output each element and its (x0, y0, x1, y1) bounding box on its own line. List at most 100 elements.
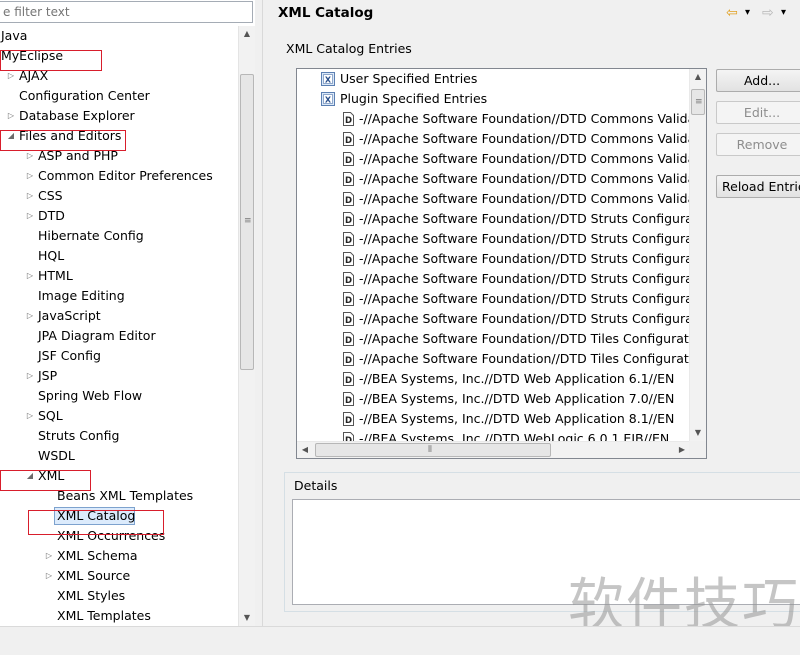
tree-collapsed-arrow-icon[interactable]: ▷ (6, 66, 16, 86)
tree-item-label: XML Occurrences (57, 528, 166, 543)
tree-item[interactable]: ▷ Database Explorer (0, 106, 238, 126)
tree-item[interactable]: ▷ XML Source (0, 566, 238, 586)
tree-item[interactable]: Hibernate Config (0, 226, 238, 246)
catalog-entry-row[interactable]: D -//Apache Software Foundation//DTD Tile… (297, 329, 690, 349)
remove-button[interactable]: Remove (716, 133, 800, 156)
catalog-entry-row[interactable]: D -//Apache Software Foundation//DTD Stru… (297, 289, 690, 309)
tree-item[interactable]: XML Catalog (0, 506, 238, 526)
tree-item[interactable]: ▷ ASP and PHP (0, 146, 238, 166)
back-arrow-icon[interactable]: ⇦ (726, 4, 738, 22)
list-scroll-thumb[interactable]: ≡ (691, 89, 705, 115)
tree-item[interactable]: ◢ XML (0, 466, 238, 486)
list-horizontal-scrollbar[interactable]: ◀ ⦀ ▶ (297, 441, 690, 458)
tree-item[interactable]: WSDL (0, 446, 238, 466)
preferences-tree-pane: JavaMyEclipse▷AJAXConfiguration Center▷D… (0, 0, 255, 626)
forward-menu-icon[interactable]: ▾ (781, 4, 786, 22)
tree-collapsed-arrow-icon[interactable]: ▷ (25, 306, 35, 326)
catalog-entry-row[interactable]: D -//Apache Software Foundation//DTD Stru… (297, 309, 690, 329)
pane-splitter[interactable] (255, 0, 263, 626)
dtd-file-icon: D (341, 312, 355, 326)
scroll-down-arrow-icon[interactable]: ▼ (690, 425, 706, 441)
back-menu-icon[interactable]: ▾ (745, 4, 750, 22)
tree-item-label: Beans XML Templates (57, 488, 194, 503)
catalog-entry-row[interactable]: D -//Apache Software Foundation//DTD Comm… (297, 129, 690, 149)
tree-item[interactable]: ◢ Files and Editors (0, 126, 238, 146)
reload-entries-button[interactable]: Reload Entries (716, 175, 800, 198)
tree-item[interactable]: MyEclipse (0, 46, 238, 66)
catalog-entry-row[interactable]: D -//Apache Software Foundation//DTD Tile… (297, 349, 690, 369)
catalog-entry-row[interactable]: D -//Apache Software Foundation//DTD Stru… (297, 269, 690, 289)
tree-item[interactable]: XML Templates (0, 606, 238, 626)
tree-item[interactable]: Configuration Center (0, 86, 238, 106)
tree-item[interactable]: ▷ JavaScript (0, 306, 238, 326)
tree-collapsed-arrow-icon[interactable]: ▷ (25, 366, 35, 386)
tree-expanded-arrow-icon[interactable]: ◢ (6, 126, 16, 146)
tree-expanded-arrow-icon[interactable]: ◢ (25, 466, 35, 486)
catalog-entry-row[interactable]: D -//BEA Systems, Inc.//DTD Web Applicati… (297, 409, 690, 429)
catalog-entries-list[interactable]: X User Specified Entries X Plugin Specified… (296, 68, 707, 459)
list-vertical-scrollbar[interactable]: ▲ ≡ ▼ (689, 69, 706, 442)
catalog-entry-row[interactable]: D -//Apache Software Foundation//DTD Comm… (297, 169, 690, 189)
tree-item[interactable]: Struts Config (0, 426, 238, 446)
catalog-entry-row[interactable]: D -//BEA Systems, Inc.//DTD Web Applicati… (297, 389, 690, 409)
tree-item[interactable]: ▷ JSP (0, 366, 238, 386)
tree-item[interactable]: Image Editing (0, 286, 238, 306)
tree-item[interactable]: ▷ Common Editor Preferences (0, 166, 238, 186)
tree-collapsed-arrow-icon[interactable]: ▷ (44, 566, 54, 586)
tree-vertical-scrollbar[interactable]: ▲ ≡ ▼ (238, 26, 255, 626)
tree-item-label: Java (1, 28, 28, 43)
scroll-up-arrow-icon[interactable]: ▲ (690, 69, 706, 85)
tree-item-label: Files and Editors (19, 128, 122, 143)
tree-item[interactable]: Java (0, 26, 238, 46)
tree-item[interactable]: Beans XML Templates (0, 486, 238, 506)
tree-item[interactable]: XML Styles (0, 586, 238, 606)
svg-text:D: D (345, 176, 352, 186)
edit-button[interactable]: Edit... (716, 101, 800, 124)
tree-item[interactable]: ▷ HTML (0, 266, 238, 286)
filter-input[interactable] (0, 1, 253, 23)
tree-scroll-thumb[interactable]: ≡ (240, 74, 254, 370)
dtd-file-icon: D (341, 192, 355, 206)
catalog-group-row[interactable]: X User Specified Entries (297, 69, 690, 89)
catalog-entry-row[interactable]: D -//Apache Software Foundation//DTD Comm… (297, 149, 690, 169)
tree-item[interactable]: Spring Web Flow (0, 386, 238, 406)
tree-collapsed-arrow-icon[interactable]: ▷ (44, 546, 54, 566)
tree-collapsed-arrow-icon[interactable]: ▷ (6, 106, 16, 126)
tree-item[interactable]: HQL (0, 246, 238, 266)
tree-collapsed-arrow-icon[interactable]: ▷ (25, 266, 35, 286)
catalog-entry-row[interactable]: D -//Apache Software Foundation//DTD Comm… (297, 109, 690, 129)
scroll-left-arrow-icon[interactable]: ◀ (297, 442, 313, 458)
catalog-entry-label: -//Apache Software Foundation//DTD Strut… (359, 271, 690, 286)
tree-item[interactable]: JSF Config (0, 346, 238, 366)
add-button[interactable]: Add... (716, 69, 800, 92)
scroll-right-arrow-icon[interactable]: ▶ (674, 442, 690, 458)
dtd-file-icon: D (341, 252, 355, 266)
tree-collapsed-arrow-icon[interactable]: ▷ (25, 406, 35, 426)
tree-item-label: XML Templates (57, 608, 151, 623)
tree-collapsed-arrow-icon[interactable]: ▷ (25, 146, 35, 166)
catalog-group-row[interactable]: X Plugin Specified Entries (297, 89, 690, 109)
catalog-entry-row[interactable]: D -//Apache Software Foundation//DTD Stru… (297, 209, 690, 229)
tree-collapsed-arrow-icon[interactable]: ▷ (25, 206, 35, 226)
forward-arrow-icon[interactable]: ⇨ (762, 4, 774, 22)
tree-collapsed-arrow-icon[interactable]: ▷ (25, 166, 35, 186)
tree-item-label: XML Catalog (57, 508, 136, 523)
catalog-entry-row[interactable]: D -//BEA Systems, Inc.//DTD Web Applicati… (297, 369, 690, 389)
list-hscroll-thumb[interactable]: ⦀ (315, 443, 551, 457)
catalog-entry-row[interactable]: D -//Apache Software Foundation//DTD Stru… (297, 229, 690, 249)
dtd-file-icon: D (341, 292, 355, 306)
tree-item[interactable]: ▷ AJAX (0, 66, 238, 86)
scroll-up-arrow-icon[interactable]: ▲ (239, 26, 255, 42)
tree-item[interactable]: XML Occurrences (0, 526, 238, 546)
tree-collapsed-arrow-icon[interactable]: ▷ (25, 186, 35, 206)
scroll-down-arrow-icon[interactable]: ▼ (239, 610, 255, 626)
tree-item[interactable]: ▷ CSS (0, 186, 238, 206)
catalog-entry-row[interactable]: D -//Apache Software Foundation//DTD Comm… (297, 189, 690, 209)
catalog-entry-row[interactable]: D -//Apache Software Foundation//DTD Stru… (297, 249, 690, 269)
tree-item[interactable]: JPA Diagram Editor (0, 326, 238, 346)
tree-item[interactable]: ▷ XML Schema (0, 546, 238, 566)
svg-text:D: D (345, 296, 352, 306)
tree-item[interactable]: ▷ SQL (0, 406, 238, 426)
tree-item[interactable]: ▷ DTD (0, 206, 238, 226)
tree-item-label: JavaScript (38, 308, 101, 323)
